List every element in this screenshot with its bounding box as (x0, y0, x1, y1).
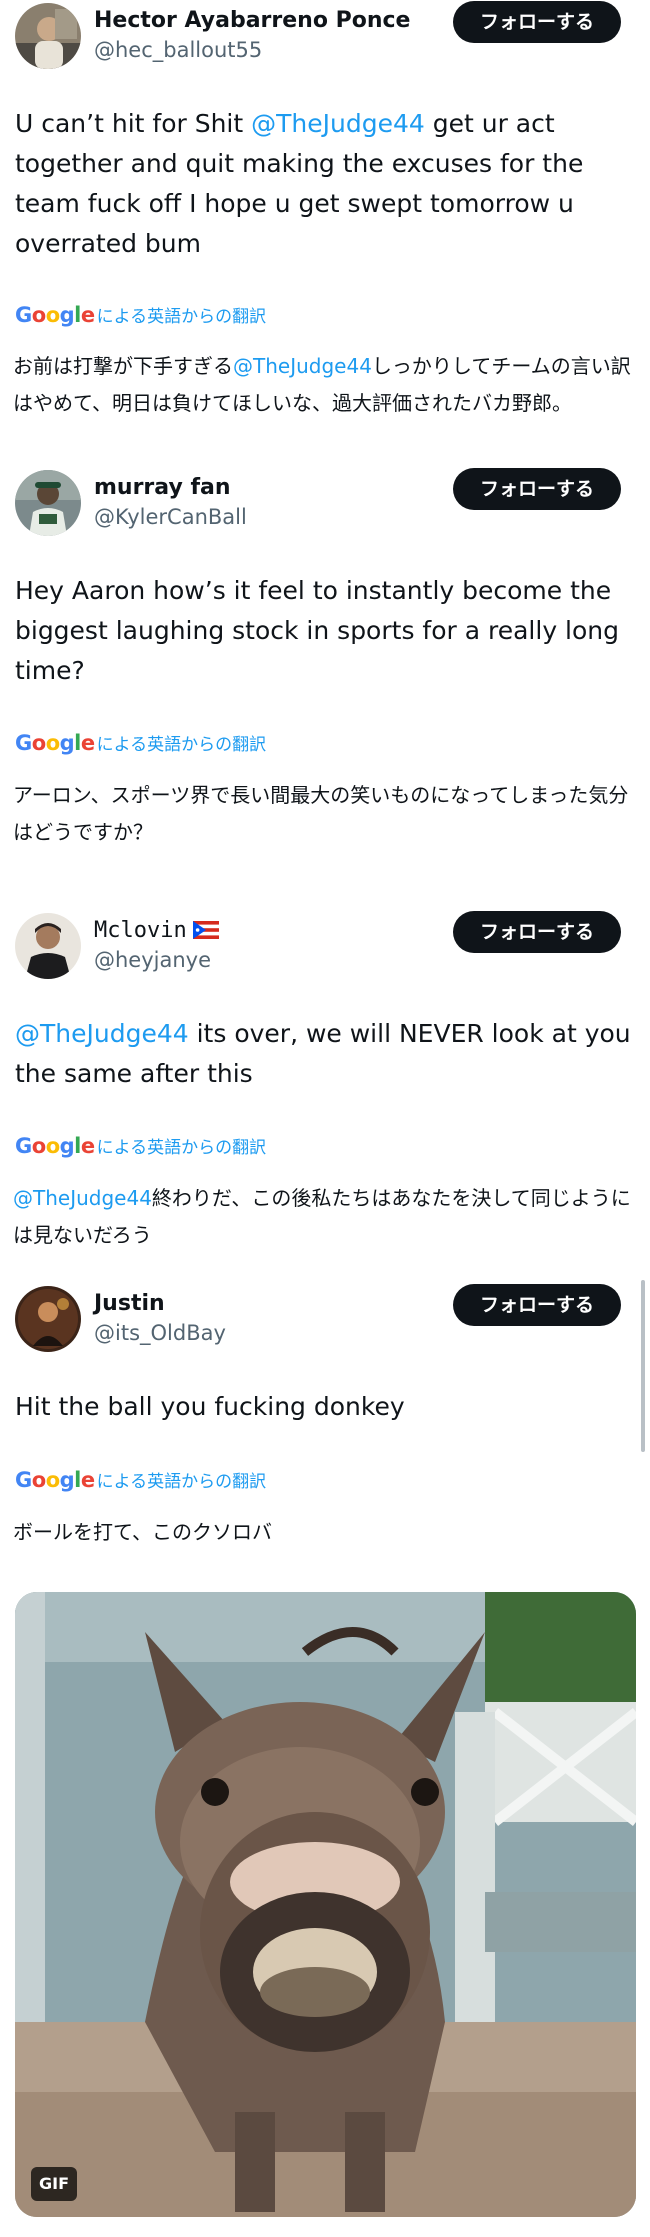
mention-link[interactable]: @TheJudge44 (13, 1186, 152, 1210)
translate-label: による英語からの翻訳 (96, 307, 267, 327)
display-name[interactable]: Mclovin (94, 917, 219, 947)
donkey-gif[interactable]: GIF (15, 1592, 636, 2217)
google-letter: g (59, 1134, 75, 1158)
post-text: Hit the ball you fucking donkey (15, 1392, 405, 1421)
translated-text: ボールを打て、このクソロバ (13, 1520, 272, 1544)
google-letter: o (45, 303, 60, 327)
display-name[interactable]: murray fan (94, 474, 231, 502)
user-handle[interactable]: @heyjanye (94, 946, 211, 974)
post-text: @TheJudge44 its over, we will NEVER look… (15, 1014, 635, 1094)
post-text-part: U can’t hit for Shit (15, 109, 252, 138)
avatar[interactable] (15, 470, 81, 536)
translated-by-google[interactable]: Google による英語からの翻訳 (15, 1131, 266, 1161)
google-logo: Google (15, 1134, 95, 1158)
google-letter: l (74, 303, 81, 327)
google-letter: o (31, 1134, 46, 1158)
google-letter: o (45, 1134, 60, 1158)
google-letter: o (45, 1468, 60, 1492)
display-name[interactable]: Justin (94, 1290, 165, 1318)
user-handle[interactable]: @KylerCanBall (94, 503, 247, 531)
translated-by-google[interactable]: Google による英語からの翻訳 (15, 300, 266, 330)
google-letter: e (80, 303, 95, 327)
follow-button[interactable]: フォローする (453, 1284, 621, 1326)
google-letter: l (74, 731, 81, 755)
translated-by-google[interactable]: Google による英語からの翻訳 (15, 1465, 266, 1495)
google-letter: o (31, 1468, 46, 1492)
mention-link[interactable]: @TheJudge44 (233, 354, 372, 378)
gif-badge: GIF (31, 2167, 78, 2201)
avatar[interactable] (15, 913, 81, 979)
post-text: Hey Aaron how’s it feel to instantly bec… (15, 576, 620, 685)
translated-text-part: お前は打撃が下手すぎる (13, 354, 233, 378)
translate-label: による英語からの翻訳 (96, 735, 267, 755)
google-logo: Google (15, 303, 95, 327)
translated-by-google[interactable]: Google による英語からの翻訳 (15, 728, 266, 758)
avatar[interactable] (15, 3, 81, 69)
google-letter: e (80, 1468, 95, 1492)
google-letter: g (59, 731, 75, 755)
translated-text: @TheJudge44終わりだ、この後私たちはあなたを決して同じようには見ないだ… (13, 1180, 635, 1254)
display-name-text: Mclovin (94, 918, 187, 943)
puerto-rico-flag-icon (192, 919, 219, 947)
follow-button[interactable]: フォローする (453, 911, 621, 953)
translated-text: お前は打撃が下手すぎる@TheJudge44しっかりしてチームの言い訳はやめて、… (13, 348, 635, 422)
google-letter: o (31, 303, 46, 327)
follow-button[interactable]: フォローする (453, 1, 621, 43)
google-letter: o (45, 731, 60, 755)
google-logo: Google (15, 1468, 95, 1492)
google-logo: Google (15, 731, 95, 755)
mention-link[interactable]: @TheJudge44 (15, 1019, 189, 1048)
google-letter: g (59, 1468, 75, 1492)
post-text: U can’t hit for Shit @TheJudge44 get ur … (15, 104, 635, 264)
translated-text: アーロン、スポーツ界で長い間最大の笑いものになってしまった気分はどうですか？ (13, 783, 629, 844)
mention-link[interactable]: @TheJudge44 (251, 109, 425, 138)
scrollbar[interactable] (641, 1280, 645, 1452)
google-letter: G (15, 1134, 32, 1158)
google-letter: G (15, 303, 32, 327)
follow-button[interactable]: フォローする (453, 468, 621, 510)
translate-label: による英語からの翻訳 (96, 1472, 267, 1492)
user-handle[interactable]: @hec_ballout55 (94, 36, 262, 64)
display-name[interactable]: Hector Ayabarreno Ponce (94, 7, 410, 35)
google-letter: e (80, 1134, 95, 1158)
google-letter: e (80, 731, 95, 755)
google-letter: l (74, 1468, 81, 1492)
user-handle[interactable]: @its_OldBay (94, 1319, 226, 1347)
google-letter: G (15, 1468, 32, 1492)
google-letter: g (59, 303, 75, 327)
google-letter: l (74, 1134, 81, 1158)
translate-label: による英語からの翻訳 (96, 1138, 267, 1158)
avatar[interactable] (15, 1286, 81, 1352)
google-letter: o (31, 731, 46, 755)
donkey-gif-image (15, 1592, 636, 2217)
google-letter: G (15, 731, 32, 755)
